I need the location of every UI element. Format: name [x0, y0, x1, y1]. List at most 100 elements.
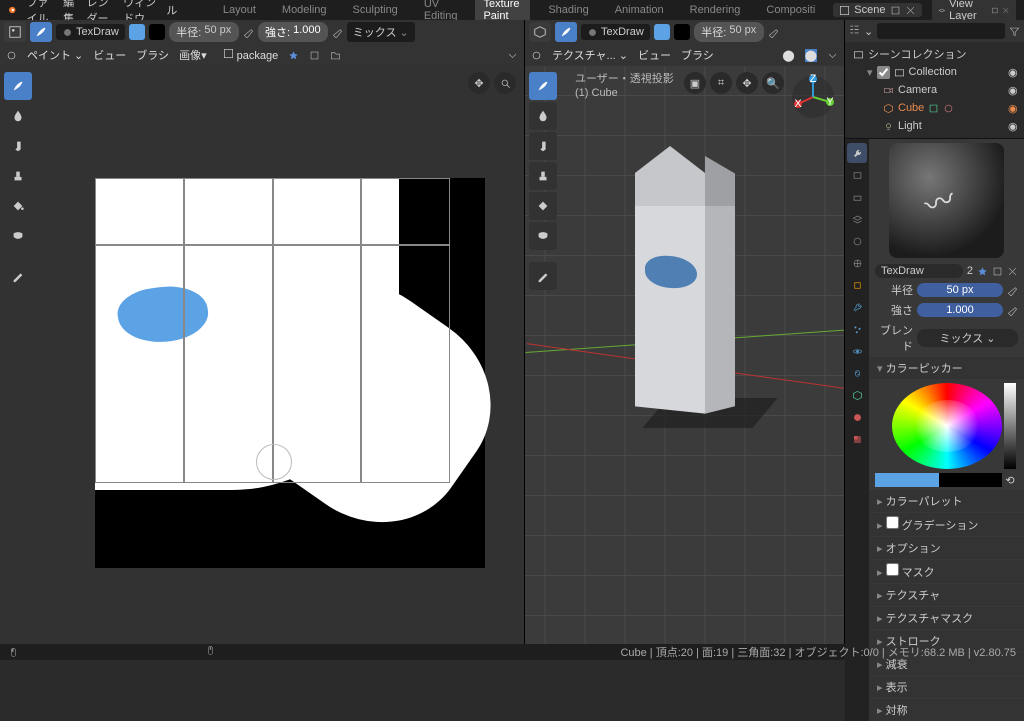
tab-texture[interactable]: [847, 429, 867, 449]
pressure-icon-2[interactable]: [1007, 305, 1018, 316]
fake-user-icon[interactable]: [288, 50, 299, 61]
tool-mask-3d[interactable]: [529, 222, 557, 250]
pan-icon-3d[interactable]: ✥: [736, 72, 758, 94]
zoom-icon[interactable]: [494, 72, 516, 94]
tab-rendering[interactable]: Rendering: [682, 2, 749, 18]
perspective-icon[interactable]: ⌗: [710, 72, 732, 94]
strength-value[interactable]: 1.000: [917, 303, 1003, 317]
tab-particles[interactable]: [847, 319, 867, 339]
eye-icon[interactable]: ◉: [1008, 120, 1020, 133]
gradient-checkbox[interactable]: [886, 516, 899, 529]
tab-constraints[interactable]: [847, 363, 867, 383]
slot-dropdown-icon[interactable]: [507, 50, 518, 61]
section-display[interactable]: 表示: [869, 676, 1024, 698]
tab-output[interactable]: [847, 187, 867, 207]
tab-animation[interactable]: Animation: [607, 2, 672, 18]
tool-annotate[interactable]: [4, 262, 32, 290]
section-symmetry[interactable]: 対称: [869, 699, 1024, 721]
tool-soften[interactable]: [4, 102, 32, 130]
swap-colors-icon[interactable]: ⟲: [1002, 473, 1018, 487]
view-menu-3d[interactable]: ビュー: [638, 47, 671, 63]
texpaint-mode-button[interactable]: [555, 22, 577, 42]
new-layer-icon[interactable]: [991, 5, 999, 16]
outliner-collection[interactable]: ▾ Collection ◉: [849, 63, 1020, 81]
brush-preset-dropdown-3d[interactable]: TexDraw: [581, 24, 650, 40]
tab-material[interactable]: [847, 407, 867, 427]
unlink-brush-icon[interactable]: [1007, 266, 1018, 277]
editor-type-button[interactable]: [4, 22, 26, 42]
tab-object[interactable]: [847, 275, 867, 295]
pressure-radius-icon-3d[interactable]: [768, 27, 779, 38]
tab-modeling[interactable]: Modeling: [274, 2, 335, 18]
color-picker-wheel[interactable]: [892, 383, 1002, 469]
outliner-item-light[interactable]: Light ◉: [849, 117, 1020, 135]
tool-mask[interactable]: [4, 222, 32, 250]
section-texmask[interactable]: テクスチャマスク: [869, 607, 1024, 629]
fake-user-toggle[interactable]: [977, 266, 988, 277]
strength-field[interactable]: 強さ: 1.000: [258, 22, 328, 42]
tool-smear-3d[interactable]: [529, 132, 557, 160]
fg-color-swatch-3d[interactable]: [654, 24, 670, 40]
nav-gizmo[interactable]: X Y Z: [790, 74, 836, 120]
pressure-radius-icon[interactable]: [243, 27, 254, 38]
open-image-icon[interactable]: [330, 50, 341, 61]
tab-render[interactable]: [847, 165, 867, 185]
tool-fill-3d[interactable]: [529, 192, 557, 220]
outliner-display-mode[interactable]: ⌄: [864, 25, 873, 38]
tab-shading[interactable]: Shading: [540, 2, 596, 18]
outliner-editor-type[interactable]: [849, 24, 860, 38]
eye-icon[interactable]: ◉: [1008, 102, 1020, 115]
paint-mode-button[interactable]: [30, 22, 52, 42]
blend-mode-dropdown[interactable]: ミックス ⌄: [347, 22, 415, 42]
tool-clone-3d[interactable]: [529, 162, 557, 190]
brush-preview[interactable]: 〰: [889, 143, 1004, 258]
tool-annotate-3d[interactable]: [529, 262, 557, 290]
eye-icon[interactable]: ◉: [1008, 66, 1020, 79]
secondary-color[interactable]: [939, 473, 1003, 487]
tool-draw-3d[interactable]: [529, 72, 557, 100]
eye-icon[interactable]: ◉: [1008, 84, 1020, 97]
scene-selector[interactable]: Scene: [833, 3, 921, 17]
brush-name-field[interactable]: TexDraw: [875, 264, 963, 278]
new-image-icon[interactable]: [309, 50, 320, 61]
pressure-strength-icon[interactable]: [332, 27, 343, 38]
mode-dropdown[interactable]: テクスチャ... ⌄: [552, 47, 628, 63]
mask-checkbox[interactable]: [886, 563, 899, 576]
outliner-item-cube[interactable]: Cube ◉: [849, 99, 1020, 117]
radius-field[interactable]: 半径: 50 px: [169, 22, 239, 42]
viewport-editor-type[interactable]: [529, 22, 551, 42]
viewport-canvas[interactable]: ユーザー・透視投影 (1) Cube ▣ ⌗ ✥ 🔍 X Y Z: [525, 66, 844, 644]
radius-field-3d[interactable]: 半径: 50 px: [694, 22, 764, 42]
tab-viewlayer[interactable]: [847, 209, 867, 229]
background-color-swatch[interactable]: [149, 24, 165, 40]
pan-icon[interactable]: ✥: [468, 72, 490, 94]
image-canvas[interactable]: ✥: [0, 66, 524, 644]
tool-soften-3d[interactable]: [529, 102, 557, 130]
radius-value[interactable]: 50 px: [917, 283, 1003, 297]
outliner-item-camera[interactable]: Camera ◉: [849, 81, 1020, 99]
section-color-picker[interactable]: カラーピッカー: [869, 357, 1024, 379]
collection-enable-checkbox[interactable]: [877, 66, 890, 79]
image-datablock-dropdown[interactable]: package: [223, 48, 279, 62]
shading-header-2[interactable]: ⬤: [805, 49, 817, 62]
blend-value[interactable]: ミックス ⌄: [917, 329, 1018, 347]
brush-menu-3d[interactable]: ブラシ: [681, 47, 714, 63]
new-brush-icon[interactable]: [992, 266, 1003, 277]
object-cube-milkcarton[interactable]: [635, 146, 735, 426]
view-menu[interactable]: ビュー: [93, 47, 126, 63]
filter-icon[interactable]: [1009, 26, 1020, 37]
paint-menu[interactable]: ペイント ⌄: [27, 47, 83, 63]
tool-smear[interactable]: [4, 132, 32, 160]
section-options[interactable]: オプション: [869, 537, 1024, 559]
pressure-icon[interactable]: [1007, 285, 1018, 296]
primary-color[interactable]: [875, 473, 939, 487]
shading-header-1[interactable]: ⬤: [782, 49, 794, 62]
zoom-icon-3d[interactable]: 🔍: [762, 72, 784, 94]
tab-world[interactable]: [847, 253, 867, 273]
shading-dropdown-icon[interactable]: [827, 50, 838, 61]
tab-physics[interactable]: [847, 341, 867, 361]
tab-modifiers[interactable]: [847, 297, 867, 317]
tab-active-tool[interactable]: [847, 143, 867, 163]
new-scene-icon[interactable]: [890, 5, 901, 16]
bg-color-swatch-3d[interactable]: [674, 24, 690, 40]
